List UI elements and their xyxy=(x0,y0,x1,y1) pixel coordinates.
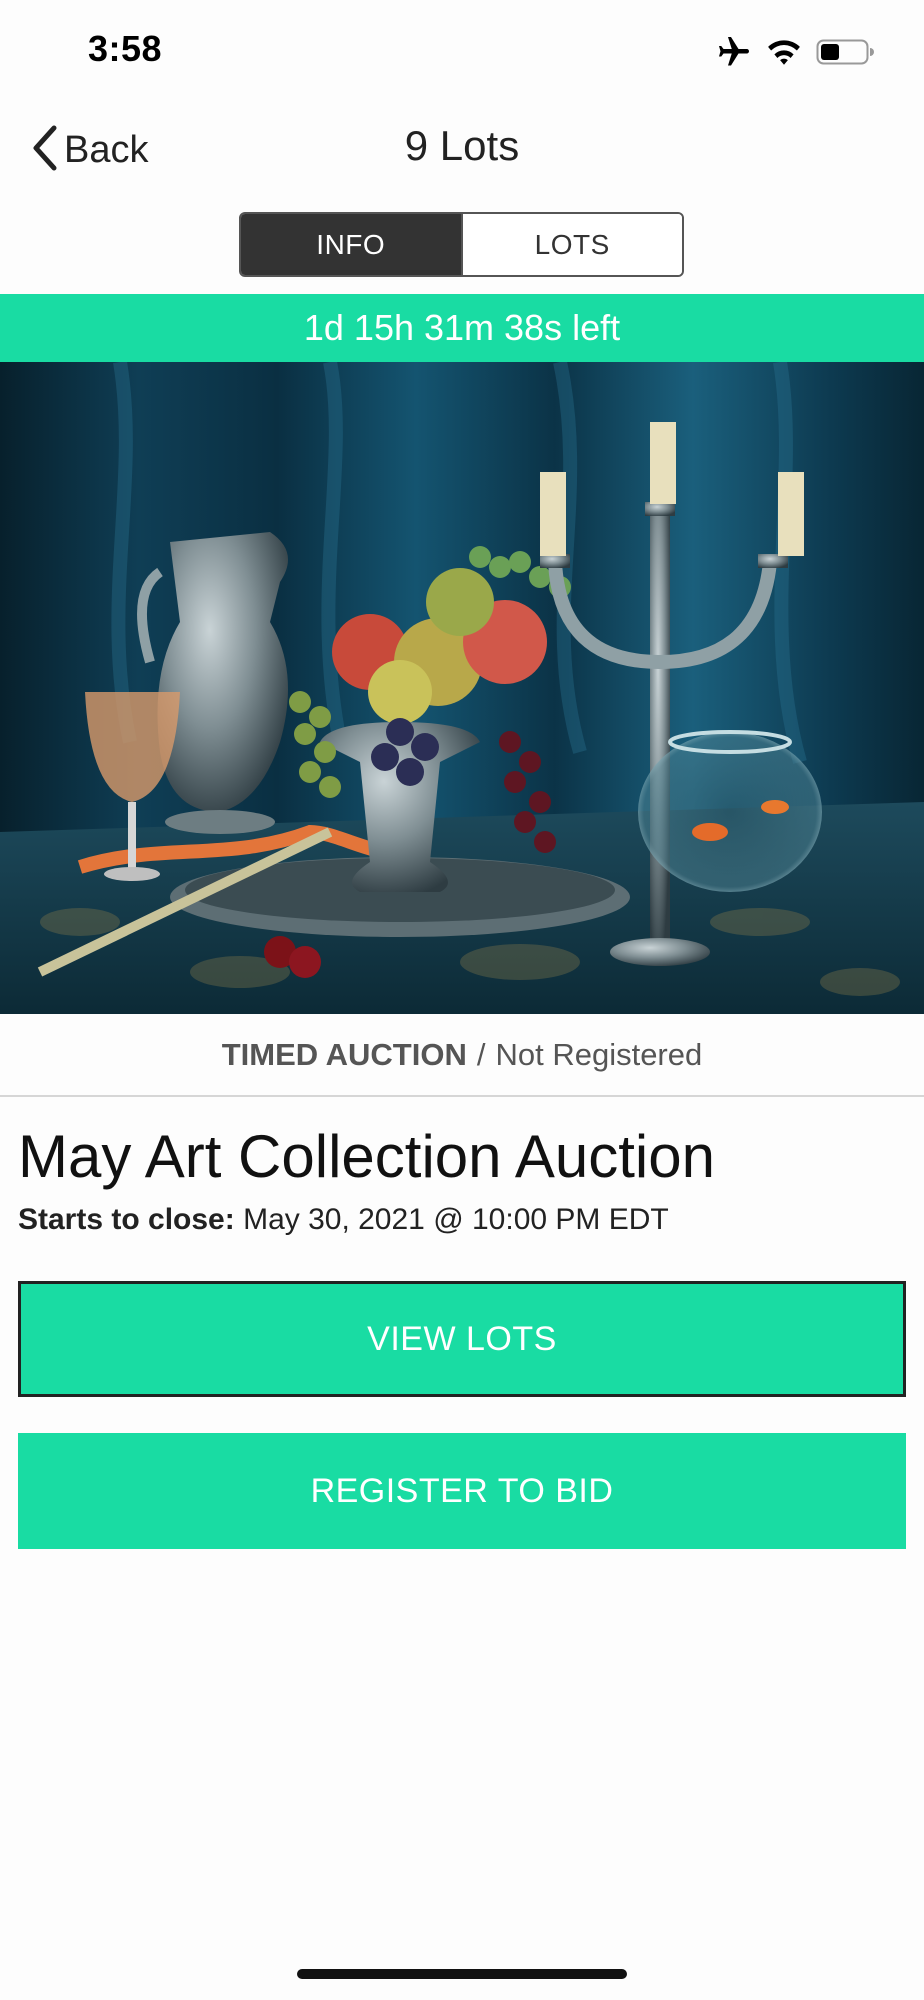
status-icons xyxy=(716,30,876,74)
page-title: 9 Lots xyxy=(404,122,520,169)
status-bar: 3:58 xyxy=(0,0,924,100)
register-to-bid-button[interactable]: REGISTER TO BID xyxy=(18,1433,906,1549)
still-life-painting xyxy=(0,362,924,1014)
auction-type-row: TIMED AUCTION / Not Registered xyxy=(0,1014,924,1097)
view-lots-button[interactable]: VIEW LOTS xyxy=(18,1281,906,1397)
registration-status: Not Registered xyxy=(495,1036,703,1072)
close-date-line: Starts to close: May 30, 2021 @ 10:00 PM… xyxy=(18,1203,669,1237)
auction-title: May Art Collection Auction xyxy=(18,1123,716,1190)
close-date-label: Starts to close: xyxy=(18,1203,235,1236)
battery-icon xyxy=(816,37,876,67)
separator: / xyxy=(476,1036,486,1072)
nav-bar: Back 9 Lots xyxy=(0,110,924,190)
wifi-icon xyxy=(766,37,802,67)
close-date-value: May 30, 2021 @ 10:00 PM EDT xyxy=(243,1203,669,1236)
airplane-mode-icon xyxy=(716,34,752,70)
segmented-control: INFO LOTS xyxy=(239,212,684,277)
countdown-banner: 1d 15h 31m 38s left xyxy=(0,294,924,362)
auction-hero-image[interactable] xyxy=(0,362,924,1014)
tab-info[interactable]: INFO xyxy=(241,214,461,275)
tab-lots[interactable]: LOTS xyxy=(460,214,682,275)
auction-type-label: TIMED AUCTION xyxy=(221,1036,467,1072)
home-indicator[interactable] xyxy=(297,1969,627,1979)
status-time: 3:58 xyxy=(88,28,163,69)
